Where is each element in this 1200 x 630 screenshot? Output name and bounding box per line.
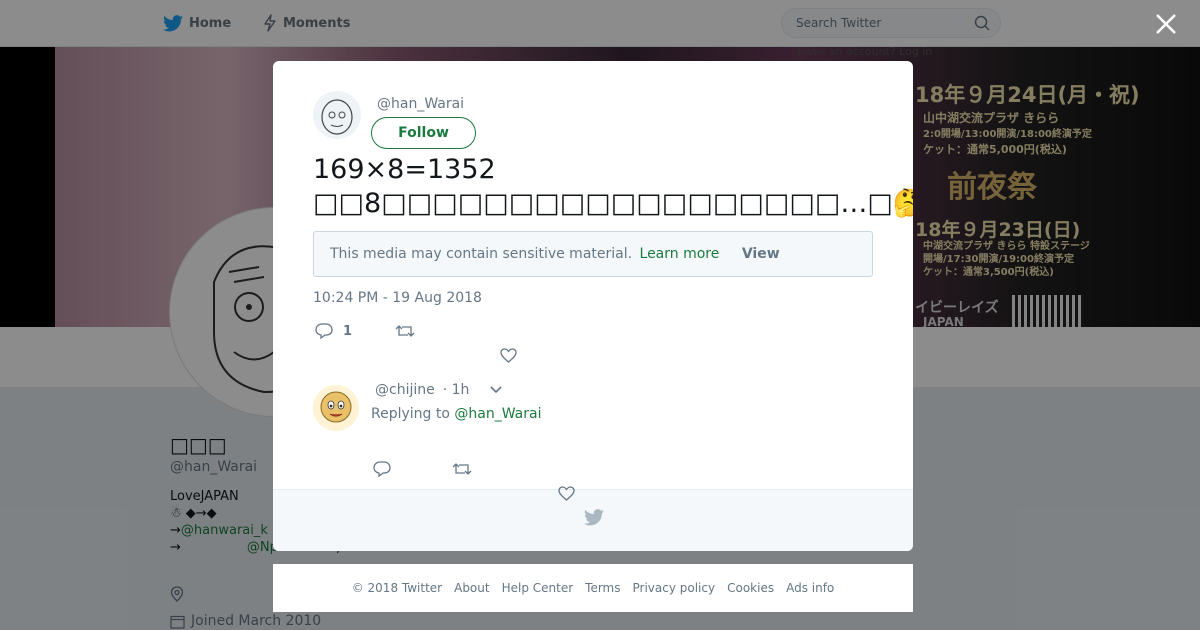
- sketch-face-icon: [321, 99, 353, 135]
- twitter-bird-icon: [584, 509, 604, 526]
- footer-copyright: © 2018 Twitter: [351, 581, 443, 595]
- tweet-timestamp[interactable]: 10:24 PM - 19 Aug 2018: [313, 290, 482, 306]
- tweet-text: 169×8=1352 □□8□□□□□□□□□□□□□□□□□□…□🤔: [313, 153, 913, 221]
- cartoon-character-icon: [320, 391, 352, 423]
- footer-cookies-link[interactable]: Cookies: [727, 581, 774, 595]
- reply-icon: [315, 323, 333, 339]
- footer-about-link[interactable]: About: [454, 581, 489, 595]
- footer-privacy-link[interactable]: Privacy policy: [633, 581, 716, 595]
- view-media-button[interactable]: View: [742, 246, 780, 262]
- reply-header: @chijine · 1h: [375, 382, 503, 398]
- learn-more-link[interactable]: Learn more: [640, 246, 720, 262]
- sensitive-text: This media may contain sensitive materia…: [330, 246, 633, 262]
- footer-help-link[interactable]: Help Center: [502, 581, 574, 595]
- replying-to-handle[interactable]: @han_Warai: [454, 406, 541, 422]
- tweet-modal: @han_Warai Follow 169×8=1352 □□8□□□□□□□□…: [273, 61, 913, 551]
- follow-button[interactable]: Follow: [371, 117, 476, 149]
- close-icon[interactable]: [1154, 12, 1178, 36]
- reply-action[interactable]: 1: [315, 323, 352, 339]
- reply-author-avatar[interactable]: [313, 385, 359, 431]
- site-footer: © 2018 Twitter About Help Center Terms P…: [273, 564, 913, 612]
- heart-icon: [558, 486, 575, 501]
- reply-retweet-action[interactable]: [452, 461, 472, 477]
- tweet-author-handle[interactable]: @han_Warai: [377, 96, 464, 112]
- reply-count: 1: [343, 323, 353, 339]
- retweet-action[interactable]: [395, 323, 415, 339]
- tweet-text-line-1: 169×8=1352: [313, 154, 496, 185]
- retweet-icon: [395, 325, 415, 337]
- reply-icon: [373, 461, 391, 477]
- retweet-icon: [452, 463, 472, 475]
- reply-reply-action[interactable]: [373, 461, 391, 477]
- modal-footer: [273, 489, 913, 551]
- footer-ads-link[interactable]: Ads info: [786, 581, 834, 595]
- tweet-author-avatar[interactable]: [313, 91, 361, 139]
- heart-icon: [500, 348, 517, 363]
- replying-to-line: Replying to @han_Warai: [371, 406, 541, 422]
- footer-terms-link[interactable]: Terms: [585, 581, 620, 595]
- reply-time[interactable]: · 1h: [443, 382, 470, 398]
- like-action[interactable]: [500, 348, 517, 363]
- tweet-text-line-2: □□8□□□□□□□□□□□□□□□□□□…□🤔: [313, 188, 913, 219]
- reply-author-handle[interactable]: @chijine: [375, 382, 435, 398]
- sensitive-media-notice: This media may contain sensitive materia…: [313, 231, 873, 277]
- reply-like-action[interactable]: [558, 486, 575, 501]
- replying-to-label: Replying to: [371, 406, 450, 422]
- chevron-down-icon[interactable]: [489, 385, 503, 395]
